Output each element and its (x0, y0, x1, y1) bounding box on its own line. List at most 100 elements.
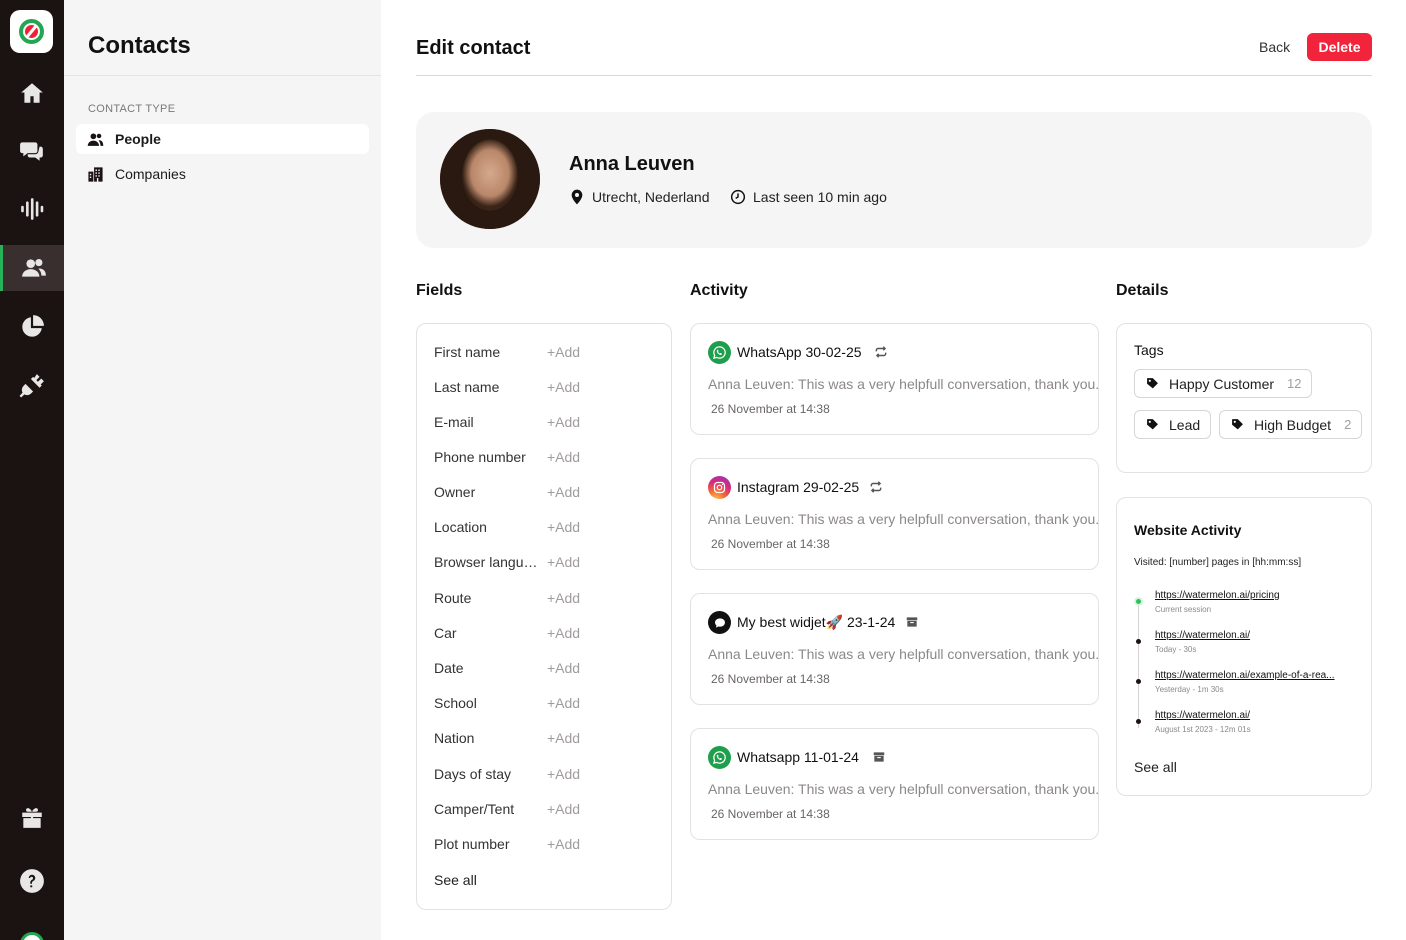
field-row: Camper/Tent +Add (434, 801, 664, 821)
field-label: School (434, 695, 477, 711)
tags-card: Tags Happy Customer 12 Lead High Budget … (1116, 323, 1372, 473)
header-divider (416, 75, 1372, 76)
contacts-sidebar: Contacts CONTACT TYPE People Companies (64, 0, 381, 940)
visit-url-link[interactable]: https://watermelon.ai/ (1155, 710, 1250, 721)
add-field-button[interactable]: +Add (547, 801, 580, 817)
activity-message: Anna Leuven: This was a very helpfull co… (708, 376, 1100, 392)
activity-item[interactable]: WhatsApp 30-02-25 Anna Leuven: This was … (690, 323, 1099, 435)
archive-icon (906, 617, 918, 627)
field-row: First name +Add (434, 344, 664, 364)
add-field-button[interactable]: +Add (547, 379, 580, 395)
location-text: Utrecht, Nederland (592, 189, 710, 205)
field-row: Owner +Add (434, 484, 664, 504)
fields-card: First name +Add Last name +Add E-mail +Add … (416, 323, 672, 910)
field-label: Browser langua... (434, 554, 541, 570)
help-icon[interactable] (0, 858, 64, 904)
tag-icon (1147, 378, 1158, 389)
field-row: Location +Add (434, 519, 664, 539)
activity-time: 26 November at 14:38 (711, 807, 830, 821)
field-row: Car +Add (434, 625, 664, 645)
visit-url-link[interactable]: https://watermelon.ai/pricing (1155, 590, 1280, 601)
gift-icon[interactable] (0, 794, 64, 840)
field-row: Plot number +Add (434, 836, 664, 856)
activity-message: Anna Leuven: This was a very helpfull co… (708, 781, 1100, 797)
field-label: First name (434, 344, 501, 360)
add-field-button[interactable]: +Add (547, 554, 580, 570)
field-label: Camper/Tent (434, 801, 515, 817)
activity-time: 26 November at 14:38 (711, 537, 830, 551)
add-field-button[interactable]: +Add (547, 414, 580, 430)
repeat-icon (875, 346, 887, 358)
visit-meta: Today - 30s (1155, 645, 1197, 654)
tag-count: 12 (1287, 376, 1302, 391)
delete-button[interactable]: Delete (1307, 33, 1372, 61)
field-label: Owner (434, 484, 476, 500)
tag-count: 2 (1344, 417, 1352, 432)
whatsapp-icon (708, 746, 731, 769)
sidebar-item-companies[interactable]: Companies (76, 159, 369, 189)
field-label: Phone number (434, 449, 526, 465)
add-field-button[interactable]: +Add (547, 660, 580, 676)
tag-label: High Budget (1254, 416, 1332, 433)
audio-wave-icon[interactable] (0, 186, 64, 232)
contact-last-seen: Last seen 10 min ago (730, 189, 887, 205)
add-field-button[interactable]: +Add (547, 344, 580, 360)
tag-chip[interactable]: Lead (1134, 410, 1211, 439)
add-field-button[interactable]: +Add (547, 625, 580, 641)
activity-item[interactable]: Whatsapp 11-01-24 Anna Leuven: This was … (690, 728, 1099, 840)
add-field-button[interactable]: +Add (547, 730, 580, 746)
website-activity-title: Website Activity (1134, 522, 1242, 538)
clock-icon (730, 189, 746, 205)
add-field-button[interactable]: +Add (547, 695, 580, 711)
field-row: Nation +Add (434, 730, 664, 750)
website-see-all-link[interactable]: See all (1134, 759, 1177, 775)
add-field-button[interactable]: +Add (547, 766, 580, 782)
activity-title: Whatsapp 11-01-24 (737, 749, 859, 765)
tag-label: Happy Customer (1169, 375, 1275, 392)
add-field-button[interactable]: +Add (547, 590, 580, 606)
last-seen-text: Last seen 10 min ago (753, 189, 887, 205)
chat-icon[interactable] (0, 128, 64, 174)
tag-chip[interactable]: Happy Customer 12 (1134, 369, 1312, 398)
activity-title: WhatsApp 30-02-25 (737, 344, 862, 360)
visit-meta: August 1st 2023 - 12m 01s (1155, 725, 1251, 734)
sidebar-title: Contacts (88, 32, 191, 59)
website-activity-card: Website Activity Visited: [number] pages… (1116, 497, 1372, 796)
sidebar-item-people[interactable]: People (76, 124, 369, 154)
field-label: Days of stay (434, 766, 512, 782)
add-field-button[interactable]: +Add (547, 836, 580, 852)
add-field-button[interactable]: +Add (547, 484, 580, 500)
whatsapp-icon (708, 341, 731, 364)
visit-url-link[interactable]: https://watermelon.ai/example-of-a-rea..… (1155, 670, 1335, 681)
field-row: Days of stay +Add (434, 766, 664, 786)
page-title: Edit contact (416, 37, 531, 59)
plug-icon[interactable] (0, 362, 64, 408)
people-icon (87, 132, 104, 146)
contact-location: Utrecht, Nederland (569, 189, 710, 205)
home-icon[interactable] (0, 70, 64, 116)
visit-url-link[interactable]: https://watermelon.ai/ (1155, 630, 1250, 641)
tag-chip[interactable]: High Budget 2 (1219, 410, 1362, 439)
add-field-button[interactable]: +Add (547, 449, 580, 465)
instagram-icon (708, 476, 731, 499)
watermelon-logo[interactable] (10, 10, 53, 53)
activity-item[interactable]: Instagram 29-02-25 Anna Leuven: This was… (690, 458, 1099, 570)
pie-chart-icon[interactable] (0, 304, 64, 350)
user-avatar[interactable] (20, 932, 44, 940)
field-label: Car (434, 625, 457, 641)
activity-time: 26 November at 14:38 (711, 402, 830, 416)
fields-see-all-link[interactable]: See all (434, 872, 477, 888)
activity-item[interactable]: My best widjet🚀 23-1-24 Anna Leuven: Thi… (690, 593, 1099, 705)
app-rail (0, 0, 64, 940)
timeline-dot (1136, 639, 1141, 644)
back-button[interactable]: Back (1250, 33, 1299, 61)
field-row: Browser langua... +Add (434, 554, 664, 574)
avatar[interactable] (440, 129, 540, 229)
field-label: Route (434, 590, 472, 606)
field-label: Last name (434, 379, 500, 395)
archive-icon (873, 752, 885, 762)
timeline-dot-current (1136, 599, 1141, 604)
contacts-icon[interactable] (0, 245, 64, 291)
tag-icon (1147, 419, 1158, 430)
add-field-button[interactable]: +Add (547, 519, 580, 535)
